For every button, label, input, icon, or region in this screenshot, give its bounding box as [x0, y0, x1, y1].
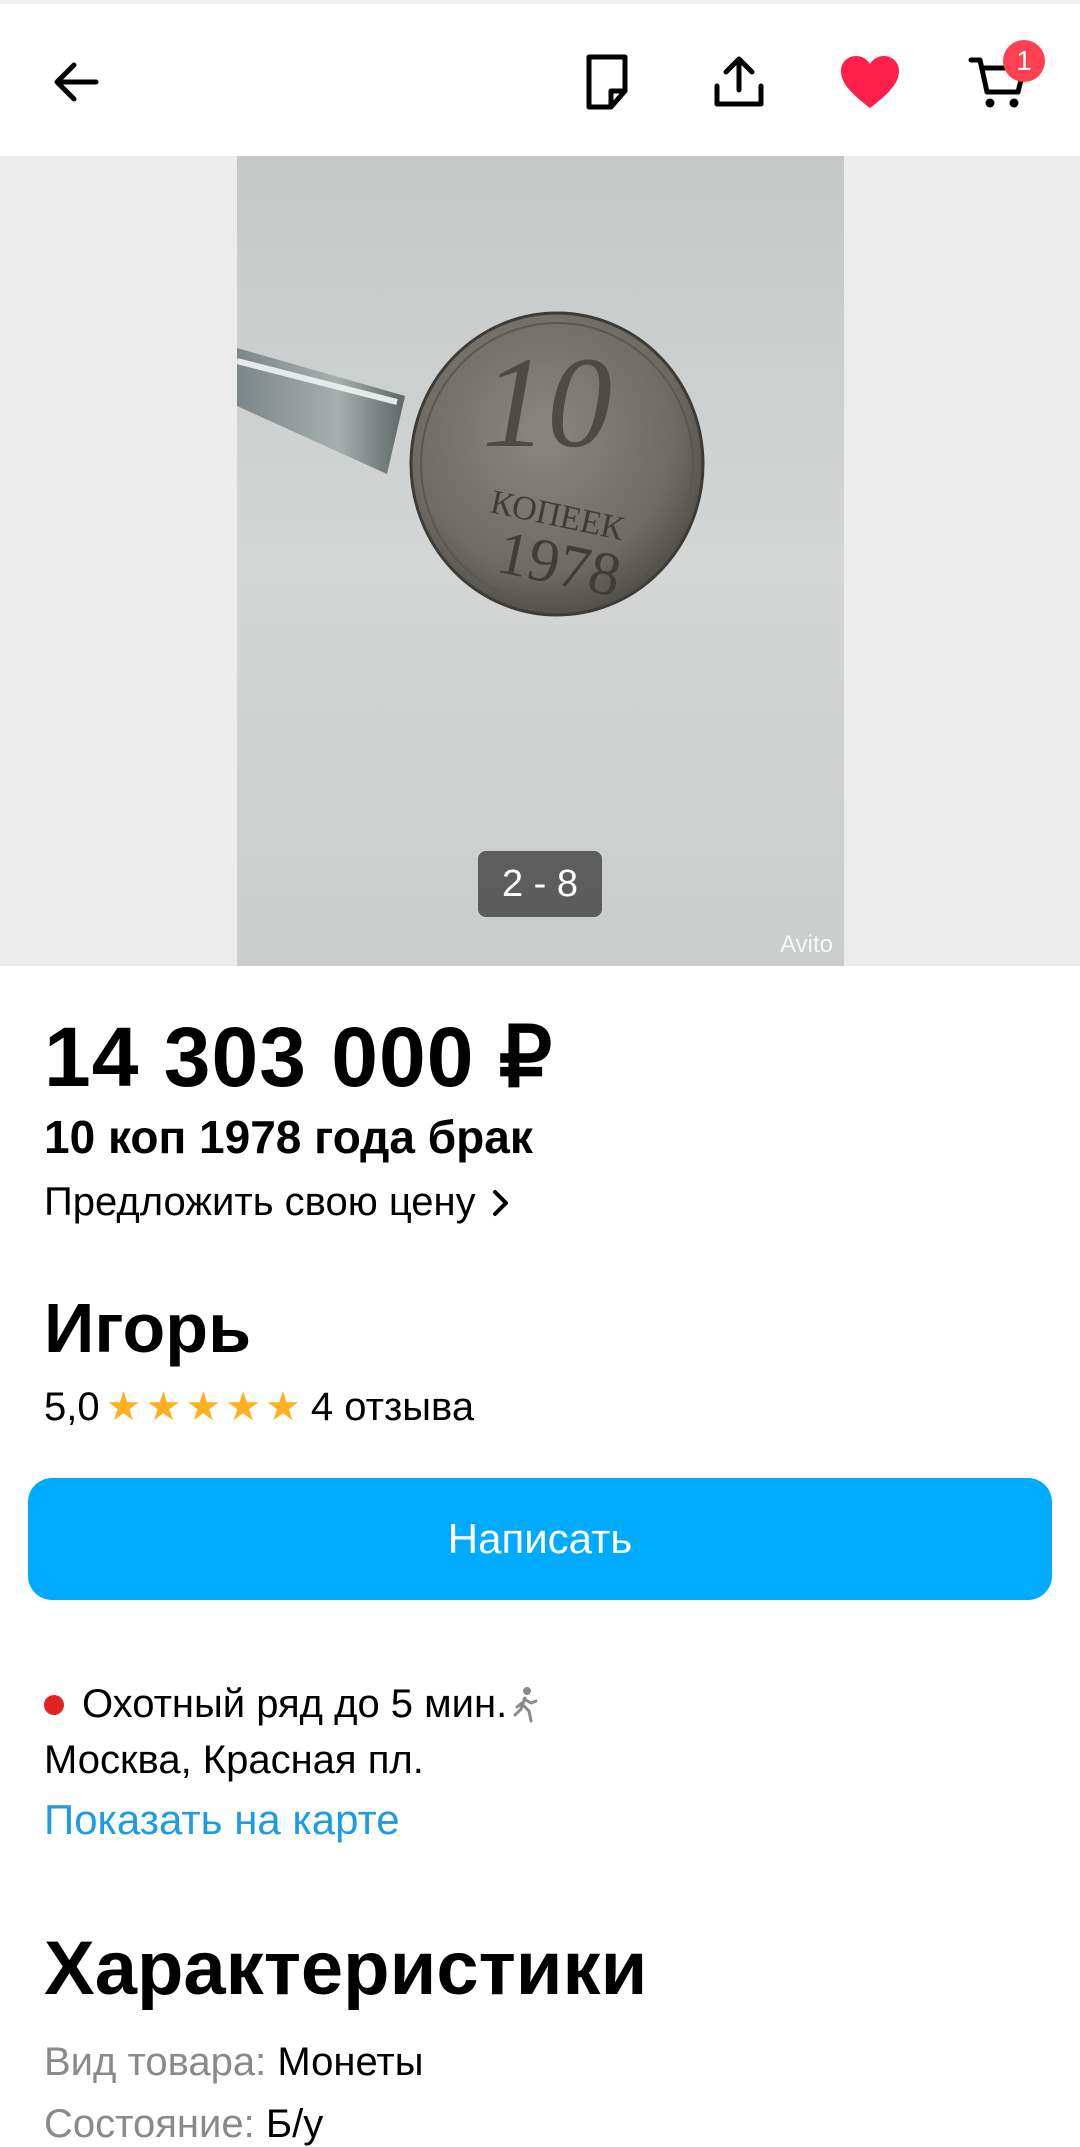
characteristic-value: Б/у — [265, 2102, 324, 2146]
offer-price-label: Предложить свою цену — [44, 1180, 476, 1224]
photo-counter: 2 - 8 — [478, 851, 602, 917]
characteristic-key: Состояние: — [44, 2102, 255, 2146]
chevron-right-icon — [492, 1189, 508, 1216]
show-on-map-link[interactable]: Показать на карте — [44, 1796, 400, 1844]
back-arrow-icon[interactable] — [44, 50, 108, 114]
characteristic-value: Монеты — [277, 2040, 424, 2084]
rating-stars-icon: ★★★★★ — [105, 1385, 305, 1429]
write-message-button[interactable]: Написать — [28, 1478, 1052, 1600]
reviews-count: 4 отзыва — [310, 1384, 475, 1429]
offer-price-link[interactable]: Предложить свою цену — [44, 1180, 514, 1225]
metro-line-dot-icon — [44, 1694, 64, 1715]
listing-photo[interactable]: 10 КОПЕЕК 1978 Avito — [237, 156, 844, 966]
share-icon[interactable] — [707, 50, 771, 114]
metro-label: Охотный ряд до 5 мин. — [82, 1682, 508, 1726]
listing-title: 10 коп 1978 года брак — [44, 1111, 533, 1163]
note-icon[interactable] — [575, 50, 639, 114]
characteristics-title: Характеристики — [44, 1926, 648, 2011]
price: 14 303 000 ₽ — [44, 1010, 554, 1104]
cart-count-badge: 1 — [1003, 40, 1045, 82]
favorite-heart-icon[interactable] — [838, 50, 902, 114]
characteristic-row: Состояние: Б/у — [44, 2102, 323, 2147]
top-bar: 1 — [0, 0, 1080, 156]
seller-name[interactable]: Игорь — [44, 1288, 251, 1368]
rating-value: 5,0 — [44, 1384, 100, 1429]
characteristic-row: Вид товара: Монеты — [44, 2040, 423, 2085]
metro-station: Охотный ряд до 5 мин. — [44, 1682, 539, 1727]
avito-watermark: Avito — [780, 931, 833, 958]
coin-value-text: 10 — [482, 331, 612, 475]
photo-gallery[interactable]: 10 КОПЕЕК 1978 Avito 2 - 8 — [0, 156, 1080, 966]
characteristic-key: Вид товара: — [44, 2040, 267, 2084]
walking-person-icon — [513, 1686, 538, 1722]
address: Москва, Красная пл. — [44, 1738, 424, 1782]
seller-rating[interactable]: 5,0 ★★★★★ 4 отзыва — [44, 1384, 474, 1430]
